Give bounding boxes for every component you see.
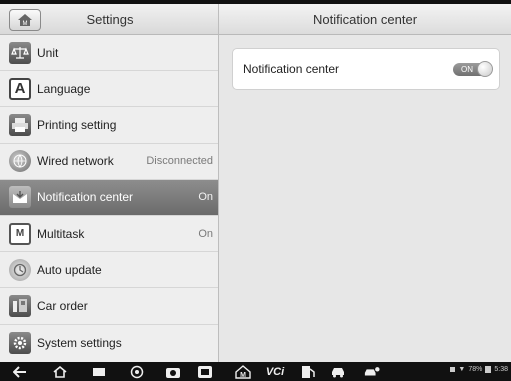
recent-apps-icon[interactable] — [91, 364, 107, 379]
settings-item-value: On — [198, 227, 213, 240]
auto-update-icon — [9, 258, 31, 281]
notification-indicator-icon — [450, 367, 456, 372]
battery-percent: 78% — [468, 366, 483, 373]
settings-item-printing[interactable]: Printing setting — [0, 107, 218, 144]
toggle-state: ON — [461, 64, 473, 74]
settings-item-language[interactable]: A Language — [0, 71, 218, 108]
settings-item-multitask[interactable]: M Multitask On — [0, 216, 218, 253]
detail-title: Notification center — [312, 12, 418, 27]
screen-capture-icon[interactable] — [197, 364, 213, 379]
car-icon[interactable] — [330, 364, 346, 379]
detail-header: Notification center — [219, 4, 511, 35]
svg-text:M: M — [23, 21, 28, 27]
language-icon: A — [9, 77, 31, 100]
bottom-nav-bar: M VCi ▼ 78% 5:38 — [0, 362, 511, 381]
car-order-icon — [9, 294, 31, 317]
settings-item-value: Disconnected — [146, 155, 213, 168]
home-button[interactable]: M — [9, 9, 41, 31]
wifi-icon: ▼ — [458, 366, 466, 373]
network-globe-icon — [9, 150, 31, 173]
gas-station-icon[interactable] — [300, 364, 316, 379]
maxisys-home-icon[interactable]: M — [235, 364, 251, 379]
settings-item-label: Printing setting — [37, 117, 117, 132]
settings-item-system-settings[interactable]: System settings — [0, 325, 218, 361]
home-icon: M — [18, 14, 32, 27]
settings-item-car-order[interactable]: Car order — [0, 288, 218, 325]
scale-icon — [9, 41, 31, 64]
car-service-icon[interactable] — [364, 364, 380, 379]
settings-header: M Settings — [0, 4, 219, 35]
browser-icon[interactable] — [129, 364, 145, 379]
settings-item-label: Language — [37, 81, 91, 96]
multitask-icon: M — [9, 222, 31, 245]
settings-item-wired-network[interactable]: Wired network Disconnected — [0, 144, 218, 180]
settings-item-label: Car order — [37, 298, 88, 313]
settings-item-label: Notification center — [37, 190, 134, 205]
settings-item-label: Auto update — [37, 262, 102, 277]
settings-item-auto-update[interactable]: Auto update — [0, 252, 218, 289]
svg-text:M: M — [240, 372, 246, 379]
camera-icon[interactable] — [165, 364, 181, 379]
detail-panel: Notification center ON — [219, 35, 511, 362]
gear-icon — [9, 331, 31, 354]
settings-item-value: On — [198, 191, 213, 204]
notification-setting-label: Notification center — [243, 62, 340, 76]
settings-title: Settings — [86, 12, 134, 27]
status-indicators: ▼ 78% 5:38 — [450, 366, 508, 373]
settings-item-label: Wired network — [37, 154, 114, 169]
settings-item-notification-center[interactable]: Notification center On — [0, 179, 218, 216]
notification-icon — [9, 186, 31, 209]
settings-list: Unit A Language Printing setting Wired n… — [0, 35, 219, 362]
settings-item-label: Multitask — [37, 226, 85, 241]
notification-toggle[interactable]: ON — [453, 60, 493, 77]
back-icon[interactable] — [12, 364, 28, 379]
toggle-knob — [477, 60, 493, 77]
settings-item-label: System settings — [37, 335, 122, 350]
settings-item-label: Unit — [37, 45, 59, 60]
notification-setting-row: Notification center ON — [232, 48, 500, 90]
clock: 5:38 — [494, 366, 508, 373]
printer-icon — [9, 113, 31, 136]
battery-icon — [485, 366, 492, 373]
home-nav-icon[interactable] — [52, 364, 68, 379]
vci-icon[interactable]: VCi — [262, 364, 288, 379]
settings-item-unit[interactable]: Unit — [0, 35, 218, 72]
